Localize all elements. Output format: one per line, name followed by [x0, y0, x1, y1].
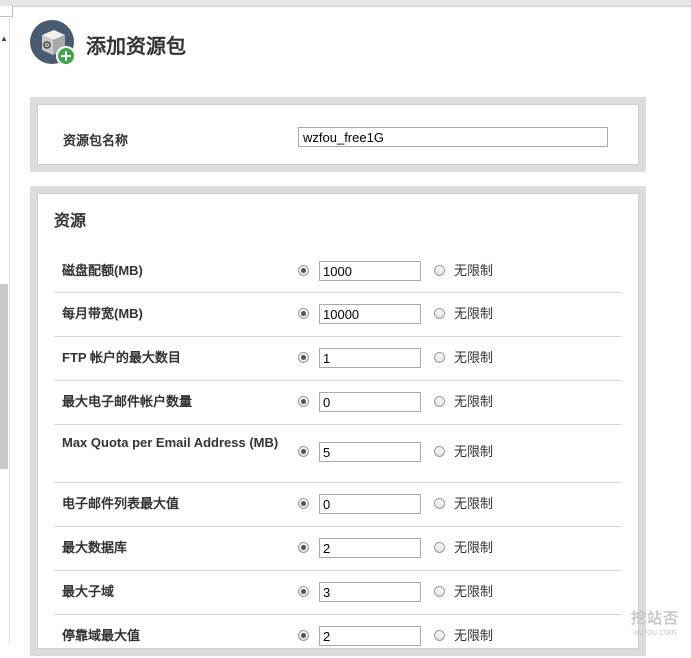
subdomains-limit-radio[interactable] [298, 586, 309, 597]
resource-row-email-accounts: 最大电子邮件帐户数量 无限制 [54, 381, 622, 425]
resource-row-mailing-lists: 电子邮件列表最大值 无限制 [54, 483, 622, 527]
email-accounts-limit-radio[interactable] [298, 396, 309, 407]
package-name-label: 资源包名称 [63, 133, 129, 148]
email-accounts-input[interactable] [319, 392, 421, 412]
package-name-input[interactable] [298, 127, 608, 147]
disk-quota-limit-radio[interactable] [298, 265, 309, 276]
parked-domains-unlimited-radio[interactable] [434, 630, 445, 641]
bandwidth-unlimited-label[interactable]: 无限制 [454, 305, 493, 323]
databases-limit-radio[interactable] [298, 542, 309, 553]
email-accounts-label: 最大电子邮件帐户数量 [62, 394, 193, 409]
mailing-lists-unlimited-label[interactable]: 无限制 [454, 495, 493, 513]
resource-row-ftp-accounts: FTP 帐户的最大数目 无限制 [54, 337, 622, 381]
disk-quota-unlimited-radio[interactable] [434, 265, 445, 276]
resource-row-parked-domains: 停靠域最大值 无限制 [54, 615, 622, 658]
ftp-accounts-label: FTP 帐户的最大数目 [62, 350, 181, 365]
ftp-accounts-unlimited-label[interactable]: 无限制 [454, 349, 493, 367]
bandwidth-input[interactable] [319, 304, 421, 324]
disk-quota-label: 磁盘配额(MB) [62, 263, 143, 278]
watermark-text: 挖站否 [630, 610, 679, 627]
resource-row-disk-quota: 磁盘配额(MB) 无限制 [54, 250, 622, 293]
resource-row-bandwidth: 每月带宽(MB) 无限制 [54, 293, 622, 337]
parked-domains-label: 停靠域最大值 [62, 628, 141, 643]
page-header: 添加资源包 [30, 20, 186, 68]
parked-domains-input[interactable] [319, 626, 421, 646]
resource-row-subdomains: 最大子域 无限制 [54, 571, 622, 615]
resource-row-email-quota: Max Quota per Email Address (MB) 无限制 [54, 425, 622, 483]
databases-label: 最大数据库 [62, 540, 128, 555]
caret-up-icon[interactable]: ▲ [0, 34, 8, 44]
subdomains-unlimited-label[interactable]: 无限制 [454, 583, 493, 601]
bandwidth-unlimited-radio[interactable] [434, 308, 445, 319]
watermark: 挖站否 wzfou.com [630, 610, 679, 638]
top-toolbar-strip [0, 0, 691, 7]
watermark-domain: wzfou.com [633, 627, 677, 637]
bandwidth-limit-radio[interactable] [298, 308, 309, 319]
subdomains-unlimited-radio[interactable] [434, 586, 445, 597]
databases-unlimited-radio[interactable] [434, 542, 445, 553]
disk-quota-unlimited-label[interactable]: 无限制 [454, 262, 493, 280]
email-accounts-unlimited-radio[interactable] [434, 396, 445, 407]
mailing-lists-input[interactable] [319, 494, 421, 514]
page-title: 添加资源包 [86, 35, 186, 58]
package-name-panel: 资源包名称 [30, 97, 646, 172]
left-scrollbar-thumb[interactable] [0, 284, 8, 469]
subdomains-input[interactable] [319, 582, 421, 602]
databases-input[interactable] [319, 538, 421, 558]
email-quota-label: Max Quota per Email Address (MB) [62, 435, 279, 450]
ftp-accounts-unlimited-radio[interactable] [434, 352, 445, 363]
mailing-lists-unlimited-radio[interactable] [434, 498, 445, 509]
email-accounts-unlimited-label[interactable]: 无限制 [454, 393, 493, 411]
ftp-accounts-input[interactable] [319, 348, 421, 368]
left-frame-border [9, 16, 10, 643]
corner-box [0, 6, 13, 17]
email-quota-input[interactable] [319, 442, 421, 462]
package-add-icon [30, 20, 78, 68]
mailing-lists-label: 电子邮件列表最大值 [62, 496, 180, 511]
resource-row-databases: 最大数据库 无限制 [54, 527, 622, 571]
disk-quota-input[interactable] [319, 261, 421, 281]
parked-domains-unlimited-label[interactable]: 无限制 [454, 627, 493, 645]
email-quota-limit-radio[interactable] [298, 446, 309, 457]
email-quota-unlimited-label[interactable]: 无限制 [454, 443, 493, 461]
databases-unlimited-label[interactable]: 无限制 [454, 539, 493, 557]
subdomains-label: 最大子域 [62, 584, 115, 599]
ftp-accounts-limit-radio[interactable] [298, 352, 309, 363]
parked-domains-limit-radio[interactable] [298, 630, 309, 641]
bandwidth-label: 每月带宽(MB) [62, 306, 143, 321]
mailing-lists-limit-radio[interactable] [298, 498, 309, 509]
resources-section-title: 资源 [54, 213, 87, 230]
email-quota-unlimited-radio[interactable] [434, 446, 445, 457]
resources-panel: 资源 磁盘配额(MB) 无限制 每月带宽(MB) 无限制 FTP 帐户的最大数目… [30, 186, 646, 656]
